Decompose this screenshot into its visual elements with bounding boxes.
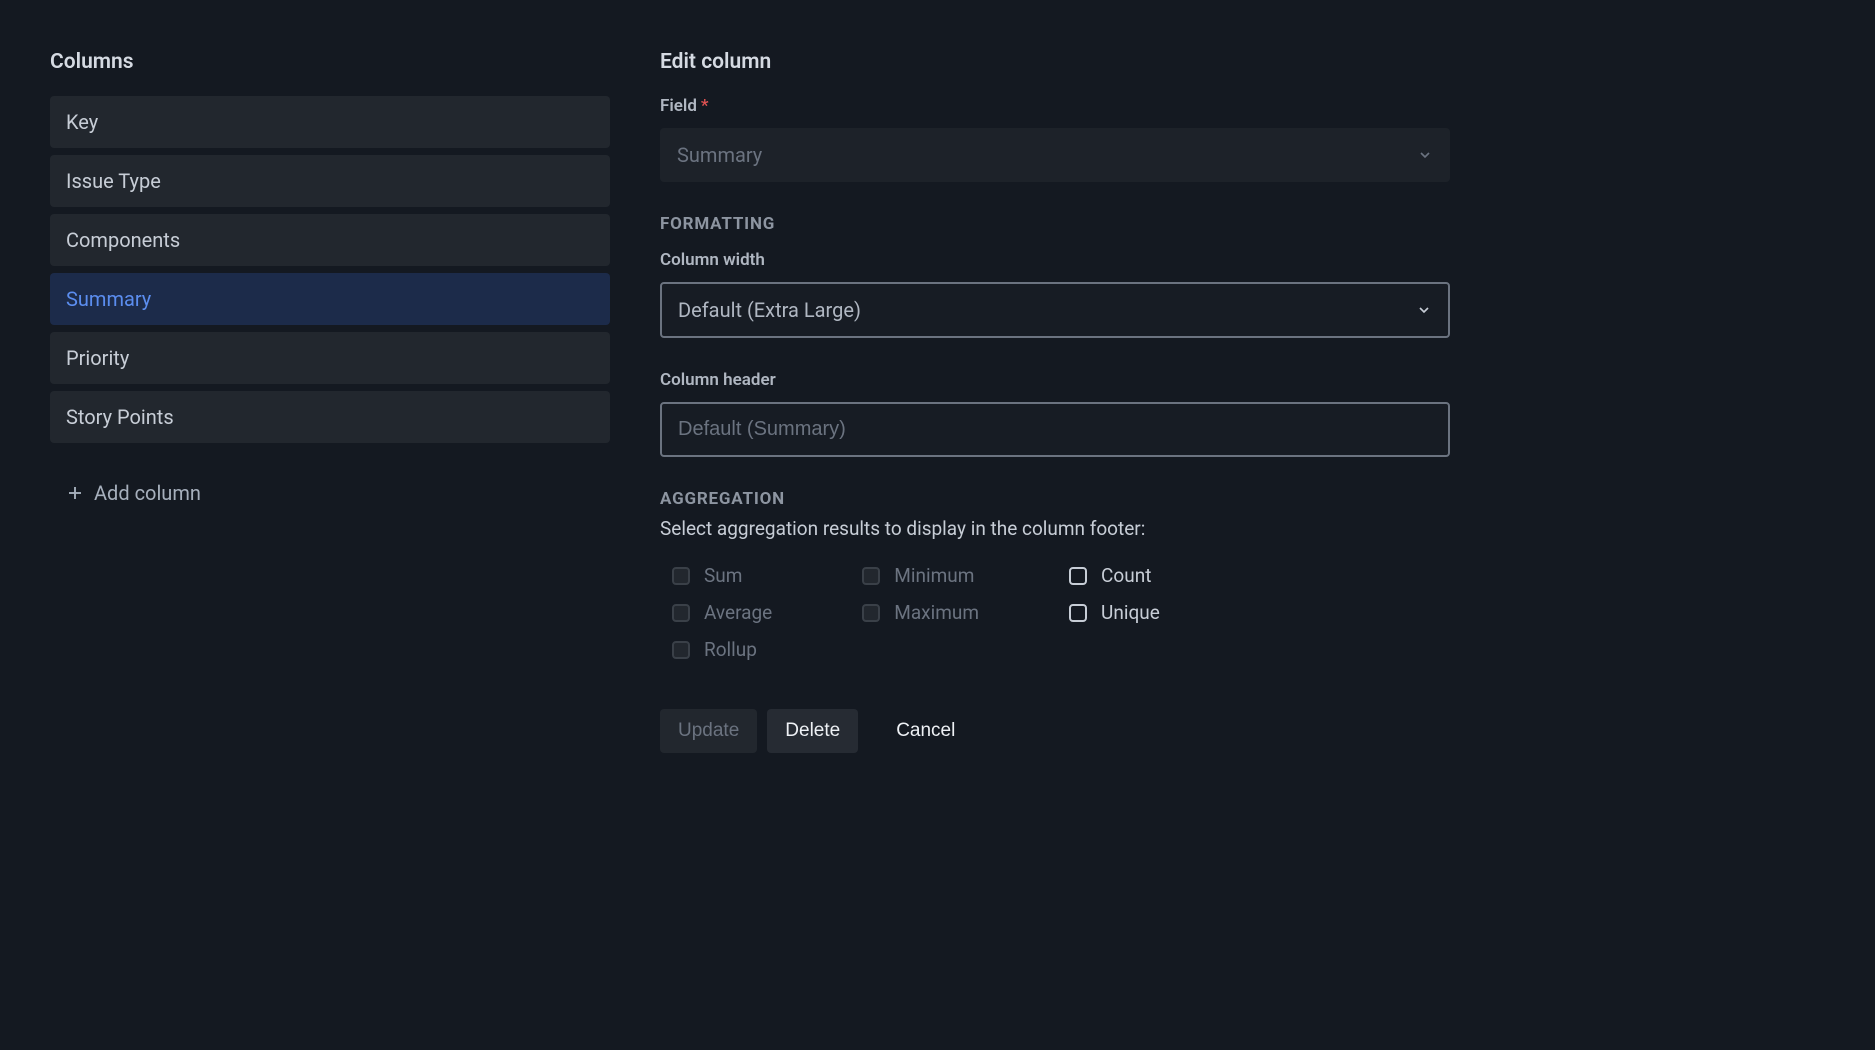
- checkbox-input-sum: [672, 567, 690, 585]
- checkbox-unique[interactable]: Unique: [1069, 601, 1160, 624]
- required-indicator: *: [701, 96, 709, 116]
- checkbox-input-rollup: [672, 641, 690, 659]
- add-column-button[interactable]: Add column: [50, 467, 610, 519]
- chevron-down-icon: [1416, 302, 1432, 318]
- column-header-label: Column header: [660, 370, 1450, 390]
- checkbox-maximum: Maximum: [862, 601, 979, 624]
- checkbox-average: Average: [672, 601, 772, 624]
- column-width-value: Default (Extra Large): [678, 298, 861, 322]
- column-item-priority[interactable]: Priority: [50, 332, 610, 384]
- column-header-input[interactable]: [660, 402, 1450, 457]
- column-item-summary[interactable]: Summary: [50, 273, 610, 325]
- column-width-label: Column width: [660, 250, 1450, 270]
- column-item-components[interactable]: Components: [50, 214, 610, 266]
- aggregation-options: Sum Average Rollup Minimum Max: [660, 564, 1450, 661]
- checkbox-count[interactable]: Count: [1069, 564, 1160, 587]
- columns-title: Columns: [50, 50, 610, 74]
- cancel-button[interactable]: Cancel: [878, 709, 973, 753]
- checkbox-input-maximum: [862, 604, 880, 622]
- field-select[interactable]: Summary: [660, 128, 1450, 182]
- checkbox-input-unique[interactable]: [1069, 604, 1087, 622]
- checkbox-input-average: [672, 604, 690, 622]
- field-label: Field*: [660, 96, 1450, 116]
- column-item-story-points[interactable]: Story Points: [50, 391, 610, 443]
- checkbox-rollup: Rollup: [672, 638, 772, 661]
- edit-column-title: Edit column: [660, 50, 1450, 74]
- update-button[interactable]: Update: [660, 709, 757, 753]
- checkbox-input-count[interactable]: [1069, 567, 1087, 585]
- column-width-select[interactable]: Default (Extra Large): [660, 282, 1450, 338]
- checkbox-input-minimum: [862, 567, 880, 585]
- columns-panel: Columns Key Issue Type Components Summar…: [50, 50, 610, 753]
- field-select-value: Summary: [677, 143, 762, 167]
- column-item-issue-type[interactable]: Issue Type: [50, 155, 610, 207]
- column-list: Key Issue Type Components Summary Priori…: [50, 96, 610, 443]
- chevron-down-icon: [1417, 147, 1433, 163]
- delete-button[interactable]: Delete: [767, 709, 858, 753]
- aggregation-header: AGGREGATION: [660, 489, 1450, 509]
- formatting-header: FORMATTING: [660, 214, 1450, 234]
- column-item-key[interactable]: Key: [50, 96, 610, 148]
- aggregation-desc: Select aggregation results to display in…: [660, 517, 1450, 540]
- plus-icon: [66, 484, 84, 502]
- edit-column-panel: Edit column Field* Summary FORMATTING Co…: [660, 50, 1450, 753]
- add-column-label: Add column: [94, 481, 201, 505]
- checkbox-minimum: Minimum: [862, 564, 979, 587]
- checkbox-sum: Sum: [672, 564, 772, 587]
- action-buttons: Update Delete Cancel: [660, 709, 1450, 753]
